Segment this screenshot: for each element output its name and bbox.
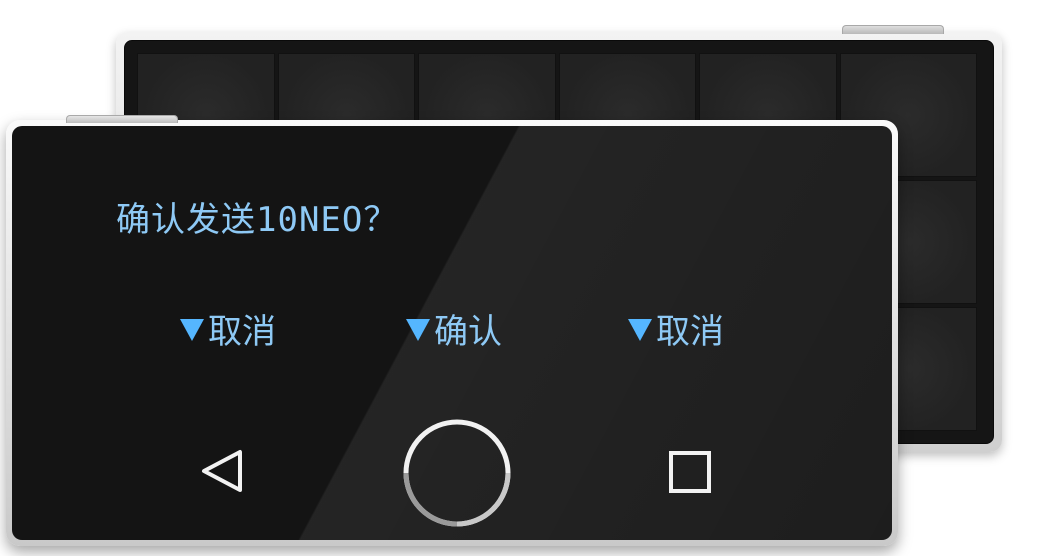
square-icon[interactable]: [668, 450, 712, 494]
softkey-cancel-right[interactable]: 取消: [628, 306, 724, 352]
softkey-cancel-left-label: 取消: [208, 311, 276, 352]
back-device-side-button: [842, 25, 944, 34]
home-ring-icon[interactable]: [398, 414, 516, 532]
softkey-confirm-label: 确认: [434, 311, 502, 352]
softkey-cancel-left[interactable]: 取消: [180, 306, 276, 352]
down-triangle-icon: [180, 319, 204, 341]
front-device: 确认发送10NEO？ 取消 确认 取消: [6, 115, 898, 546]
down-triangle-icon: [406, 319, 430, 341]
softkey-confirm[interactable]: 确认: [406, 306, 502, 352]
down-triangle-icon: [628, 319, 652, 341]
softkey-cancel-right-label: 取消: [656, 311, 724, 352]
front-device-side-button[interactable]: [66, 115, 178, 123]
front-device-screen: 确认发送10NEO？ 取消 确认 取消: [12, 126, 892, 540]
back-triangle-icon[interactable]: [196, 446, 246, 496]
confirm-send-prompt: 确认发送10NEO？: [116, 200, 399, 240]
